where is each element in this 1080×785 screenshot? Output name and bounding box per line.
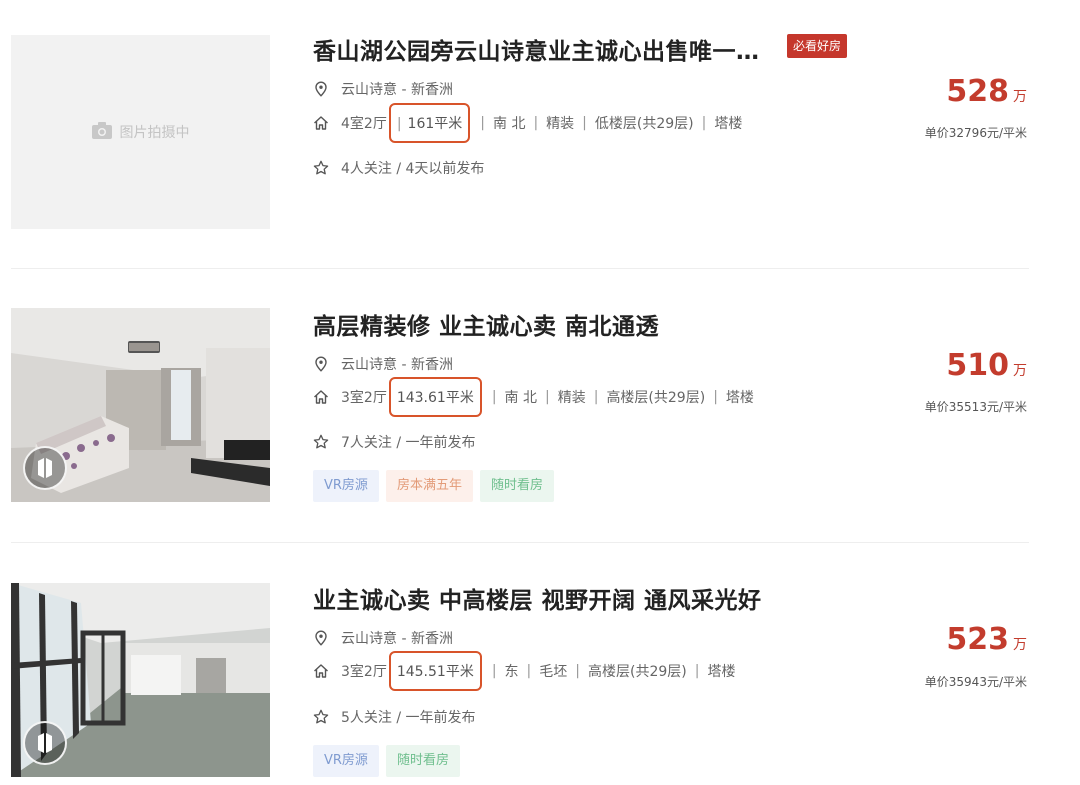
room-layout: 3室2厅 [341, 664, 387, 680]
house-info-row: 4室2厅 | 161平米 | 南 北 | 精装 | 低楼层(共29层) | 塔楼 [313, 103, 742, 143]
follow-info: 7人关注 / 一年前发布 [341, 435, 476, 451]
room-layout: 3室2厅 [341, 390, 387, 406]
vr-icon[interactable] [23, 446, 67, 490]
orientation: 南 北 [504, 390, 537, 406]
listing-title[interactable]: 高层精装修 业主诚心卖 南北通透 [313, 307, 659, 341]
listing-title[interactable]: 业主诚心卖 中高楼层 视野开阔 通风采光好 [313, 581, 762, 615]
price-value: 528 [946, 74, 1009, 109]
listing-title[interactable]: 香山湖公园旁云山诗意业主诚心出售唯一… [313, 32, 760, 66]
area-highlight: 143.61平米 [388, 377, 482, 417]
unit-price: 单价35943元/平米 [924, 675, 1027, 689]
follow-row: 5人关注 / 一年前发布 [313, 707, 476, 727]
price-unit: 万 [1013, 89, 1027, 105]
location-link[interactable]: 云山诗意 - 新香洲 [341, 354, 453, 374]
floor-info: 高楼层(共29层) [606, 390, 706, 406]
unit-price: 单价35513元/平米 [924, 400, 1027, 414]
room-layout: 4室2厅 [341, 116, 387, 132]
house-info-row: 3室2厅 145.51平米 | 东 | 毛坯 | 高楼层(共29层) | 塔楼 [313, 651, 735, 691]
star-icon [313, 434, 329, 450]
house-icon [313, 115, 329, 131]
building-type: 塔楼 [714, 116, 743, 132]
floor-info: 低楼层(共29层) [594, 116, 694, 132]
price-unit: 万 [1013, 637, 1027, 653]
location-row: 云山诗意 - 新香洲 [313, 354, 453, 374]
price-value: 510 [946, 348, 1009, 383]
location-row: 云山诗意 - 新香洲 [313, 628, 453, 648]
listing-card[interactable]: 高层精装修 业主诚心卖 南北通透 云山诗意 - 新香洲 3室2厅 143.61平… [0, 270, 1080, 540]
follow-row: 7人关注 / 一年前发布 [313, 432, 476, 452]
location-link[interactable]: 云山诗意 - 新香洲 [341, 628, 453, 648]
tag-vr[interactable]: VR房源 [313, 745, 379, 777]
tag-five-years[interactable]: 房本满五年 [385, 470, 473, 502]
building-type: 塔楼 [707, 664, 736, 680]
tag-anytime-viewing[interactable]: 随时看房 [385, 745, 460, 777]
tag-vr[interactable]: VR房源 [313, 470, 379, 502]
tag-list: VR房源 随时看房 [313, 745, 460, 777]
price-unit: 万 [1013, 363, 1027, 379]
star-icon [313, 709, 329, 725]
star-icon [313, 160, 329, 176]
orientation: 东 [504, 664, 519, 680]
decoration: 精装 [557, 390, 586, 406]
area-value: 145.51平米 [396, 664, 474, 680]
house-info-row: 3室2厅 143.61平米 | 南 北 | 精装 | 高楼层(共29层) | 塔楼 [313, 377, 754, 417]
total-price: 510 万 [946, 348, 1027, 383]
location-pin-icon [313, 81, 329, 97]
tag-anytime-viewing[interactable]: 随时看房 [479, 470, 554, 502]
tag-list: VR房源 房本满五年 随时看房 [313, 470, 554, 502]
total-price: 528 万 [946, 74, 1027, 109]
location-pin-icon [313, 630, 329, 646]
location-pin-icon [313, 356, 329, 372]
listing-photo-placeholder[interactable]: 图片拍摄中 [11, 35, 270, 229]
listing-card[interactable]: 业主诚心卖 中高楼层 视野开阔 通风采光好 云山诗意 - 新香洲 3室2厅 14… [0, 545, 1080, 785]
area-value: 161平米 [407, 116, 463, 132]
must-see-badge: 必看好房 [787, 34, 848, 58]
vr-icon[interactable] [23, 721, 67, 765]
location-link[interactable]: 云山诗意 - 新香洲 [341, 79, 453, 99]
decoration: 毛坯 [539, 664, 568, 680]
orientation: 南 北 [493, 116, 526, 132]
house-icon [313, 389, 329, 405]
listing-divider [11, 542, 1029, 543]
listing-photo[interactable] [11, 308, 270, 502]
follow-row: 4人关注 / 4天以前发布 [313, 158, 484, 178]
price-value: 523 [946, 622, 1009, 657]
follow-info: 4人关注 / 4天以前发布 [341, 161, 485, 177]
total-price: 523 万 [946, 622, 1027, 657]
building-type: 塔楼 [725, 390, 754, 406]
unit-price: 单价32796元/平米 [924, 126, 1027, 140]
listing-divider [11, 268, 1029, 269]
listing-photo[interactable] [11, 583, 270, 777]
area-highlight: | 161平米 [388, 103, 471, 143]
camera-icon [91, 121, 112, 143]
area-value: 143.61平米 [396, 390, 474, 406]
area-highlight: 145.51平米 [388, 651, 482, 691]
house-icon [313, 663, 329, 679]
location-row: 云山诗意 - 新香洲 [313, 79, 453, 99]
follow-info: 5人关注 / 一年前发布 [341, 710, 476, 726]
photo-placeholder-text: 图片拍摄中 [119, 125, 190, 141]
listing-card[interactable]: 图片拍摄中 香山湖公园旁云山诗意业主诚心出售唯一… 必看好房 云山诗意 - 新香… [0, 0, 1080, 260]
decoration: 精装 [546, 116, 575, 132]
floor-info: 高楼层(共29层) [587, 664, 687, 680]
